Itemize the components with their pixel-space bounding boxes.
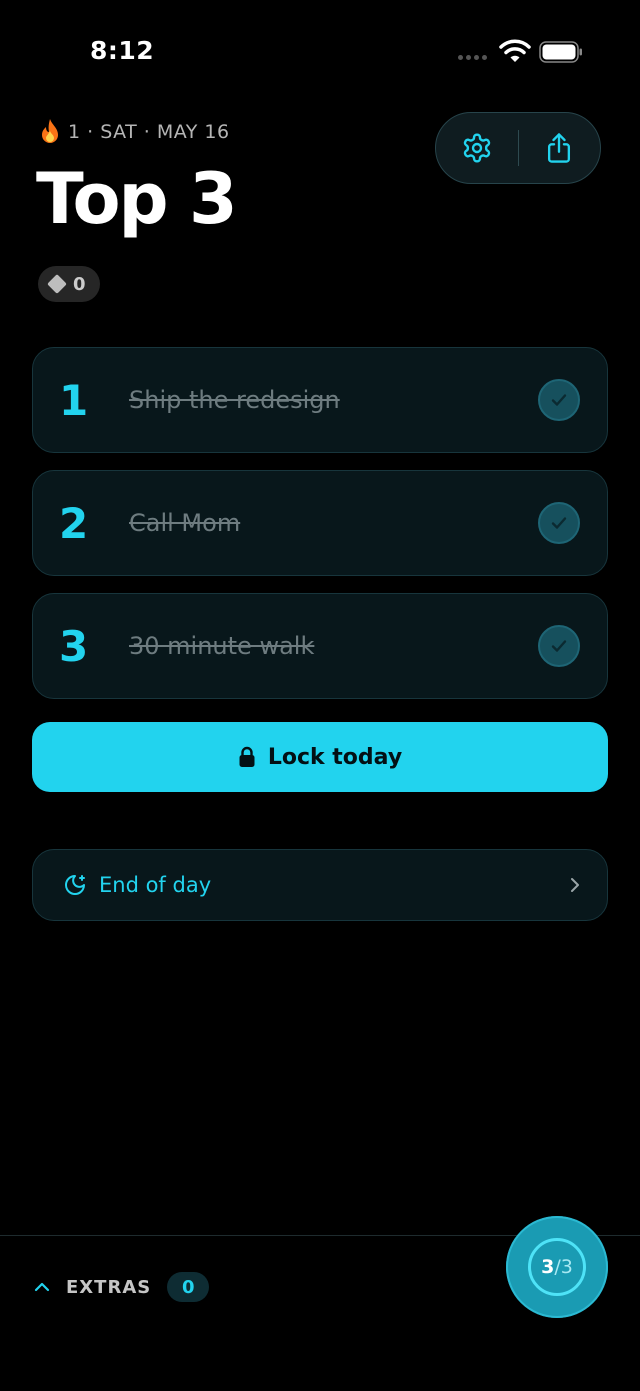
progress-total: /3 <box>554 1256 573 1278</box>
task-number: 2 <box>59 498 89 548</box>
check-icon <box>551 394 567 406</box>
check-icon <box>551 517 567 529</box>
lock-today-label: Lock today <box>267 744 403 770</box>
task-checkbox[interactable] <box>538 502 580 544</box>
wifi-icon <box>499 39 531 62</box>
streak-date: 1 · SAT · MAY 16 <box>38 118 230 146</box>
task-number: 1 <box>59 375 89 425</box>
task-checkbox[interactable] <box>538 379 580 421</box>
progress-done: 3 <box>541 1256 555 1278</box>
lock-today-button[interactable]: Lock today <box>32 722 608 792</box>
task-checkbox[interactable] <box>538 625 580 667</box>
share-icon <box>548 133 571 163</box>
header-actions <box>435 112 601 184</box>
gem-icon <box>47 274 67 294</box>
extras-toggle[interactable]: EXTRAS 0 <box>34 1272 210 1302</box>
status-time: 8:12 <box>90 36 155 65</box>
task-number: 3 <box>59 621 89 671</box>
task-card[interactable]: 3 30 minute walk <box>32 593 608 699</box>
progress-button[interactable]: 3/3 <box>506 1216 608 1318</box>
end-of-day-button[interactable]: End of day <box>32 849 608 921</box>
extras-label: EXTRAS <box>66 1276 152 1298</box>
progress-ring: 3/3 <box>528 1238 586 1296</box>
flame-icon <box>42 119 58 143</box>
moon-icon <box>65 875 85 895</box>
check-icon <box>551 640 567 652</box>
battery-icon <box>539 41 582 63</box>
extras-count-badge: 0 <box>167 1272 210 1302</box>
gear-icon <box>463 133 490 163</box>
task-text: Call Mom <box>129 509 241 537</box>
task-text: Ship the redesign <box>129 386 340 414</box>
chevron-right-icon <box>571 878 579 892</box>
task-card[interactable]: 2 Call Mom <box>32 470 608 576</box>
cellular-signal-icon <box>458 55 487 60</box>
gem-count: 0 <box>73 273 86 295</box>
gem-badge[interactable]: 0 <box>38 266 100 302</box>
share-button[interactable] <box>519 113 601 183</box>
end-of-day-label: End of day <box>99 873 212 897</box>
task-card[interactable]: 1 Ship the redesign <box>32 347 608 453</box>
page-title: Top 3 <box>36 158 238 240</box>
lock-icon <box>239 746 255 767</box>
settings-button[interactable] <box>436 113 518 183</box>
chevron-up-icon <box>34 1282 50 1292</box>
streak-text: 1 · SAT · MAY 16 <box>68 121 230 143</box>
task-text: 30 minute walk <box>129 632 315 660</box>
